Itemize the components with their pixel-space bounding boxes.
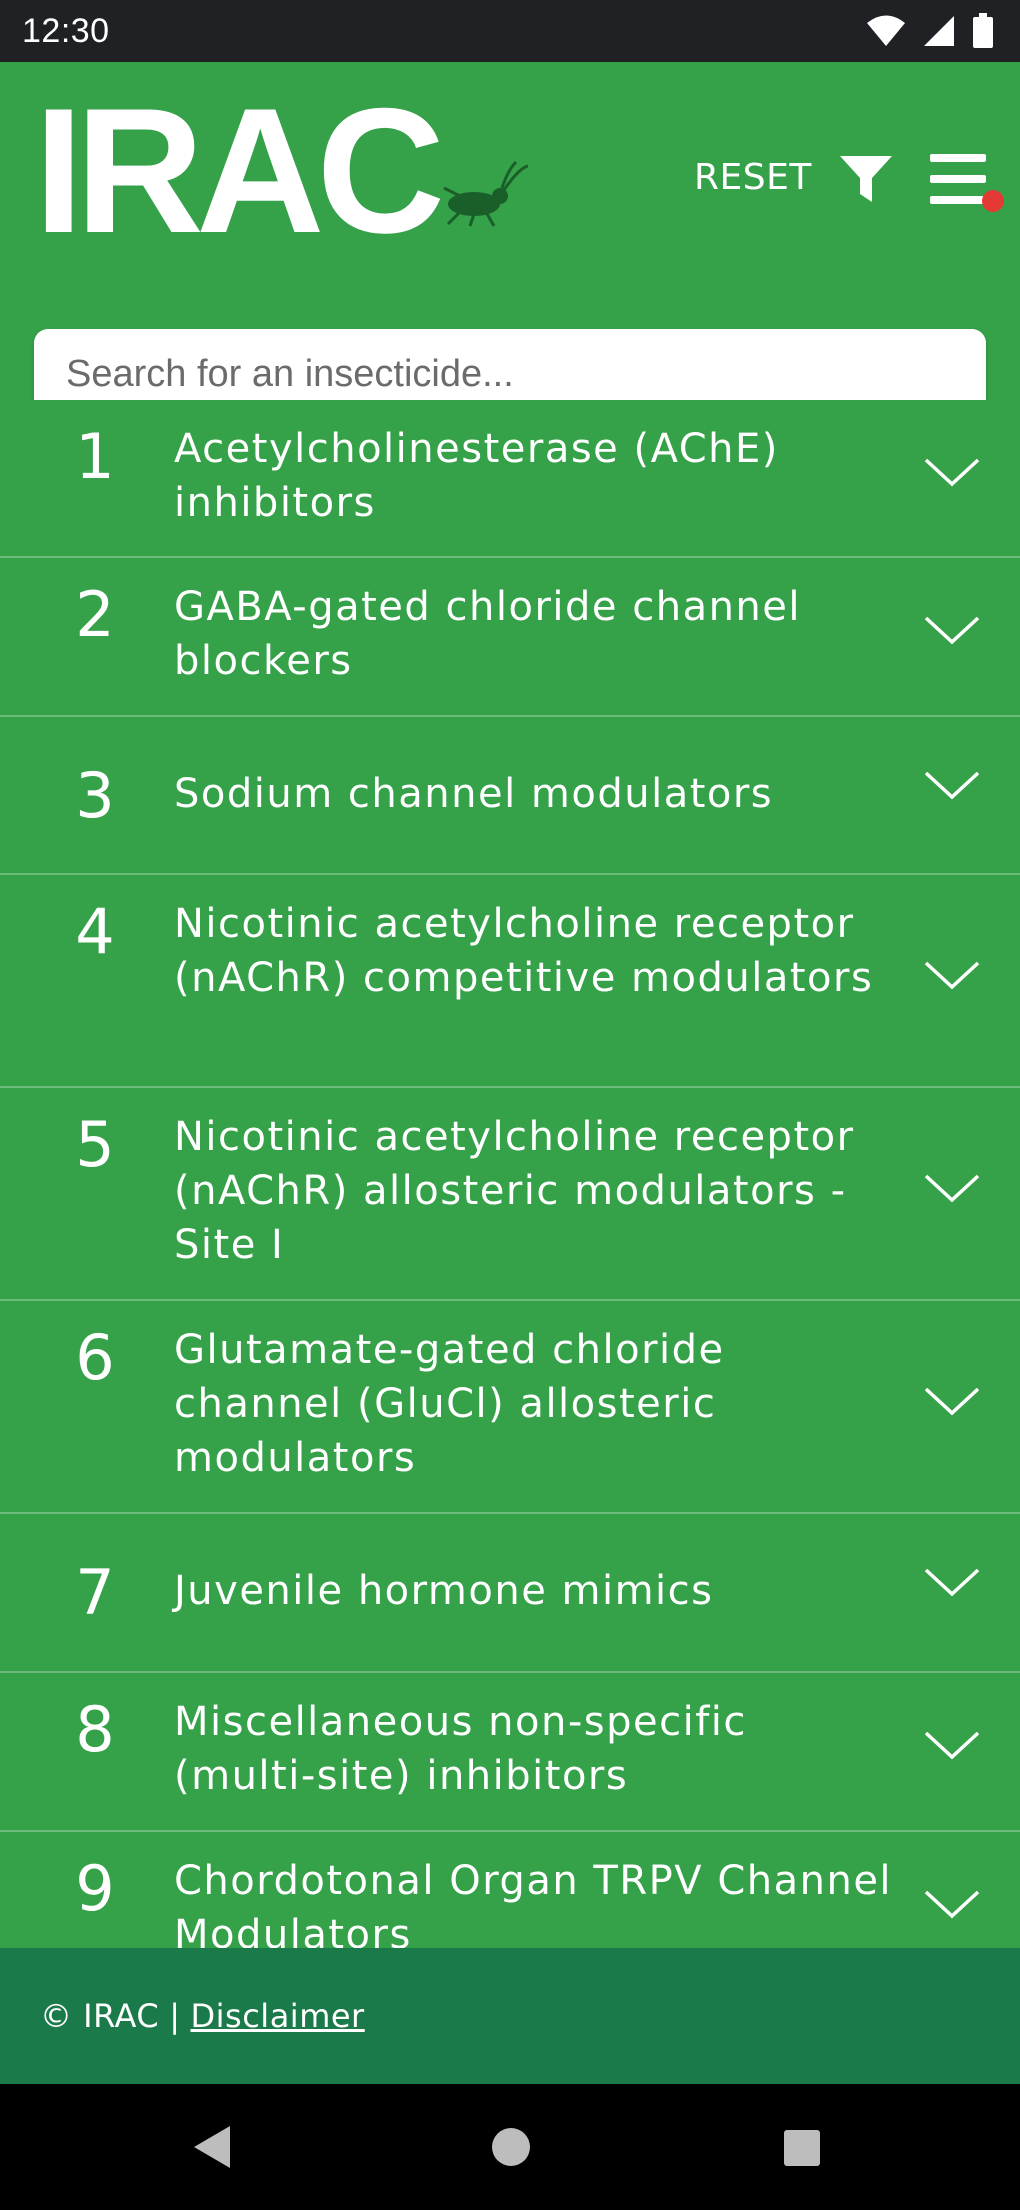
group-label: Nicotinic acetylcholine receptor (nAChR)… bbox=[174, 1110, 894, 1272]
status-icons bbox=[866, 13, 994, 49]
footer-separator: | bbox=[169, 1997, 181, 2035]
disclaimer-link[interactable]: Disclaimer bbox=[191, 1997, 365, 2035]
chevron-down-icon[interactable] bbox=[922, 957, 982, 993]
chevron-down-icon[interactable] bbox=[922, 1727, 982, 1763]
group-number: 6 bbox=[75, 1321, 115, 1394]
group-number: 7 bbox=[75, 1556, 115, 1629]
group-label-line: Nicotinic acetylcholine receptor bbox=[174, 1114, 855, 1160]
group-number: 4 bbox=[75, 895, 115, 968]
list-item-group-7[interactable]: 7 Juvenile hormone mimics bbox=[0, 1514, 1020, 1673]
group-label-line: (nAChR) competitive modulators bbox=[174, 955, 874, 1001]
group-number: 9 bbox=[75, 1852, 115, 1925]
group-label: Miscellaneous non-specific (multi-site) … bbox=[174, 1695, 894, 1803]
group-number: 3 bbox=[75, 759, 115, 832]
group-label-line: Miscellaneous non-specific bbox=[174, 1699, 747, 1745]
group-label-line: (multi-site) inhibitors bbox=[174, 1753, 629, 1799]
group-label-line: Glutamate-gated chloride bbox=[174, 1327, 725, 1373]
list-item-group-2[interactable]: 2 GABA-gated chloride channel blockers bbox=[0, 558, 1020, 717]
moa-group-list: 1 Acetylcholinesterase (AChE) inhibitors… bbox=[0, 400, 1020, 1948]
group-number: 8 bbox=[75, 1693, 115, 1766]
system-nav-bar bbox=[0, 2084, 1020, 2210]
list-item-group-5[interactable]: 5 Nicotinic acetylcholine receptor (nACh… bbox=[0, 1088, 1020, 1301]
group-label-line: Juvenile hormone mimics bbox=[174, 1568, 714, 1614]
chevron-down-icon[interactable] bbox=[922, 454, 982, 490]
group-number: 2 bbox=[75, 578, 115, 651]
group-label-line: Site I bbox=[174, 1222, 285, 1268]
app-header: IRAC RESET bbox=[0, 62, 1020, 419]
group-label: Glutamate-gated chloride channel (GluCl)… bbox=[174, 1323, 894, 1485]
chevron-down-icon[interactable] bbox=[922, 767, 982, 803]
insect-logo-icon bbox=[424, 148, 534, 232]
group-label: Sodium channel modulators bbox=[174, 767, 894, 821]
home-icon[interactable] bbox=[490, 2126, 532, 2172]
chevron-down-icon[interactable] bbox=[922, 1170, 982, 1206]
group-label-line: Nicotinic acetylcholine receptor bbox=[174, 901, 855, 947]
wifi-icon bbox=[866, 14, 906, 48]
group-label-line: channel (GluCl) allosteric bbox=[174, 1381, 717, 1427]
group-label: Nicotinic acetylcholine receptor (nAChR)… bbox=[174, 897, 894, 1005]
list-item-group-9[interactable]: 9 Chordotonal Organ TRPV Channel Modulat… bbox=[0, 1832, 1020, 1948]
chevron-down-icon[interactable] bbox=[922, 1383, 982, 1419]
group-label-line: GABA-gated chloride channel bbox=[174, 584, 802, 630]
group-label-line: Sodium channel modulators bbox=[174, 771, 774, 817]
group-label-line: inhibitors bbox=[174, 480, 376, 526]
cell-signal-icon bbox=[922, 14, 956, 48]
list-item-group-6[interactable]: 6 Glutamate-gated chloride channel (GluC… bbox=[0, 1301, 1020, 1514]
reset-button[interactable]: RESET bbox=[694, 148, 812, 208]
irac-logo[interactable]: IRAC bbox=[34, 82, 529, 260]
battery-icon bbox=[972, 13, 994, 49]
chevron-down-icon[interactable] bbox=[922, 1564, 982, 1600]
copyright-text: © IRAC bbox=[40, 1997, 160, 2035]
filter-icon[interactable] bbox=[836, 148, 896, 208]
status-time: 12:30 bbox=[22, 11, 110, 50]
list-item-group-1[interactable]: 1 Acetylcholinesterase (AChE) inhibitors bbox=[0, 400, 1020, 558]
logo-text: IRAC bbox=[34, 71, 445, 270]
list-item-group-4[interactable]: 4 Nicotinic acetylcholine receptor (nACh… bbox=[0, 875, 1020, 1088]
recents-icon[interactable] bbox=[782, 2128, 822, 2172]
group-label: Acetylcholinesterase (AChE) inhibitors bbox=[174, 422, 894, 530]
group-label-line: modulators bbox=[174, 1435, 417, 1481]
status-bar: 12:30 bbox=[0, 0, 1020, 62]
group-label-line: blockers bbox=[174, 638, 353, 684]
chevron-down-icon[interactable] bbox=[922, 1886, 982, 1922]
group-label: Chordotonal Organ TRPV Channel Modulator… bbox=[174, 1854, 894, 1948]
group-label: Juvenile hormone mimics bbox=[174, 1564, 894, 1618]
group-number: 5 bbox=[75, 1108, 115, 1181]
group-label-line: Acetylcholinesterase (AChE) bbox=[174, 426, 779, 472]
group-label-line: Chordotonal Organ TRPV Channel bbox=[174, 1858, 893, 1904]
group-label: GABA-gated chloride channel blockers bbox=[174, 580, 894, 688]
notification-dot bbox=[982, 190, 1004, 212]
group-label-line: (nAChR) allosteric modulators - bbox=[174, 1168, 847, 1214]
list-item-group-8[interactable]: 8 Miscellaneous non-specific (multi-site… bbox=[0, 1673, 1020, 1832]
group-number: 1 bbox=[75, 420, 115, 493]
footer: © IRAC | Disclaimer bbox=[0, 1948, 1020, 2084]
list-item-group-3[interactable]: 3 Sodium channel modulators bbox=[0, 717, 1020, 875]
group-label-line: Modulators bbox=[174, 1912, 412, 1948]
chevron-down-icon[interactable] bbox=[922, 612, 982, 648]
back-icon[interactable] bbox=[190, 2124, 234, 2174]
